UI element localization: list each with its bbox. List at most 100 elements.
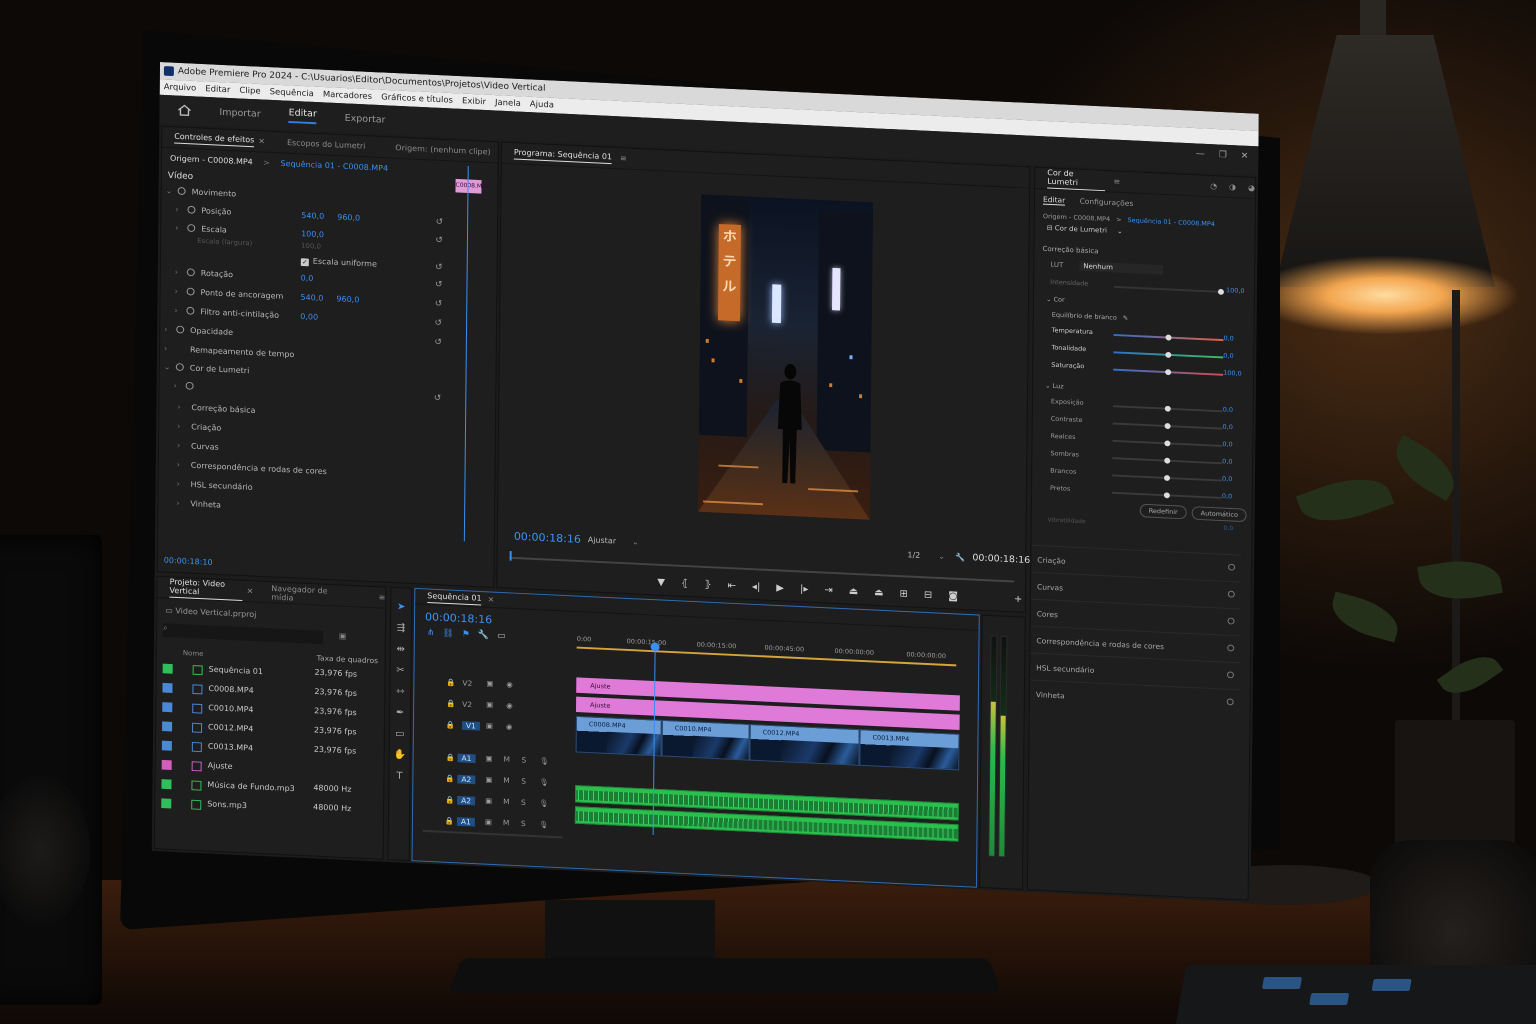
fit-dropdown[interactable]: Ajustar ⌄ [588, 535, 639, 546]
tab-editar[interactable]: Editar [288, 107, 317, 125]
mute-icon[interactable]: M [503, 818, 510, 827]
effect-lumetri[interactable]: ⌄ Cor de Lumetri [164, 362, 250, 375]
slider-value[interactable]: 0,0 [1222, 440, 1232, 448]
lumetri-effect-dropdown[interactable]: ⊟ Cor de Lumetri ⌄ [1047, 224, 1123, 235]
play-icon[interactable]: ▶ [776, 583, 784, 594]
ripple-edit-icon[interactable]: ⇹ [395, 644, 407, 656]
scale-value[interactable]: 100,0 [301, 229, 324, 239]
slider-value[interactable]: 100,0 [1223, 369, 1242, 378]
reset-icon[interactable]: ↺ [434, 338, 442, 348]
anchor-x-value[interactable]: 540,0 [300, 293, 323, 303]
sync-icon[interactable]: ▣ [486, 721, 493, 730]
label-color-swatch[interactable] [161, 740, 172, 751]
track-name[interactable]: A1 [456, 817, 475, 827]
light-slider-row-2[interactable]: Realces 0,0 [1051, 432, 1233, 448]
lumetri-item-curves[interactable]: › Curvas [177, 441, 219, 452]
video-clip[interactable]: C0013.MP4 [859, 729, 960, 771]
label-color-swatch[interactable] [162, 663, 173, 674]
slider-row-2[interactable]: Saturação 100,0 [1051, 361, 1241, 378]
lut-dropdown[interactable]: Nenhum [1079, 261, 1163, 275]
lumetri-tab-editar[interactable]: Editar [1042, 194, 1066, 206]
slider-knob[interactable] [1163, 492, 1170, 499]
section-toggle-icon[interactable] [1228, 563, 1236, 571]
project-item-name[interactable]: C0010.MP4 [208, 703, 253, 714]
maximize-icon[interactable]: ❐ [1219, 150, 1227, 160]
light-slider-row-0[interactable]: Exposição 0,0 [1051, 397, 1233, 413]
lumetri-header-icon[interactable]: ◕ [1248, 183, 1255, 192]
menu-janela[interactable]: Janela [495, 95, 521, 112]
lumetri-title[interactable]: Cor de Lumetri [1047, 168, 1106, 192]
extract-icon[interactable]: ⏏ [874, 587, 884, 598]
light-slider-track[interactable] [1112, 474, 1223, 482]
mark-in-icon[interactable]: ⦃ [681, 578, 688, 589]
project-item-name[interactable]: C0013.MP4 [208, 742, 253, 753]
menu-arquivo[interactable]: Arquivo [164, 80, 197, 97]
light-slider-row-4[interactable]: Brancos 0,0 [1050, 467, 1232, 483]
tab-controles-efeitos[interactable]: Controles de efeitos [174, 131, 255, 147]
menu-exibir[interactable]: Exibir [462, 94, 486, 111]
close-tab-icon[interactable]: ✕ [488, 595, 495, 604]
menu-clipe[interactable]: Clipe [239, 83, 260, 99]
video-clip[interactable]: C0008.MP4 [575, 715, 662, 757]
close-tab-icon[interactable]: ✕ [247, 587, 254, 596]
tab-origem[interactable]: Origem: (nenhum clipe) [395, 143, 490, 156]
stopwatch-icon[interactable] [186, 287, 195, 296]
label-color-swatch[interactable] [162, 721, 173, 732]
project-item-name[interactable]: Sons.mp3 [207, 800, 247, 811]
light-slider-row-3[interactable]: Sombras 0,0 [1050, 449, 1232, 465]
track-name[interactable]: A2 [457, 795, 476, 806]
tab-escopos-lumetri[interactable]: Escopos do Lumetri [287, 138, 365, 150]
mic-icon[interactable]: 🎙 [539, 820, 549, 829]
close-tab-icon[interactable]: ✕ [258, 137, 265, 146]
tab-projeto[interactable]: Projeto: Video Vertical [169, 577, 243, 602]
white-balance-row[interactable]: Equilíbrio de branco ✎ [1052, 311, 1129, 322]
effect-timecode[interactable]: 00:00:18:10 [164, 556, 213, 567]
label-color-swatch[interactable] [161, 779, 172, 790]
mic-icon[interactable]: 🎙 [539, 778, 549, 787]
eye-icon[interactable]: ◉ [506, 680, 513, 689]
slider-value[interactable]: 0,0 [1223, 423, 1233, 431]
playhead-handle[interactable] [650, 642, 660, 652]
resolution-dropdown[interactable]: 1/2 ⌄ [907, 550, 945, 560]
slider-knob[interactable] [1164, 457, 1171, 464]
tab-exportar[interactable]: Exportar [345, 113, 386, 126]
program-title[interactable]: Programa: Sequência 01 [513, 147, 613, 164]
color-slider-track[interactable] [1113, 368, 1224, 376]
mute-icon[interactable]: M [503, 797, 510, 806]
project-item-name[interactable]: Música de Fundo.mp3 [207, 780, 294, 793]
position-y-value[interactable]: 960,0 [337, 213, 360, 223]
mic-icon[interactable]: 🎙 [539, 756, 549, 765]
settings-wrench-icon[interactable]: 🔧 [955, 553, 965, 562]
lock-icon[interactable]: 🔒 [445, 774, 454, 783]
slider-value[interactable]: 0,0 [1222, 475, 1232, 483]
anchor-y-value[interactable]: 960,0 [336, 295, 359, 305]
hand-tool-icon[interactable]: ✋ [394, 750, 407, 762]
lift-icon[interactable]: ⏏ [849, 586, 859, 597]
pen-tool-icon[interactable]: ✒ [394, 707, 406, 719]
param-antiflicker[interactable]: › Filtro anti-cintilação 0,00 [174, 306, 318, 321]
column-frame-rate[interactable]: Taxa de quadros [317, 654, 378, 666]
track-name[interactable]: V1 [461, 721, 480, 731]
stopwatch-icon[interactable] [187, 224, 196, 233]
track-select-icon[interactable]: ⇶ [395, 623, 407, 635]
group-light[interactable]: ⌄ Luz [1045, 382, 1064, 391]
project-item-name[interactable]: C0008.MP4 [208, 684, 253, 695]
source-clip-label[interactable]: Origem - C0008.MP4 [170, 154, 253, 167]
track-name[interactable]: A1 [457, 753, 476, 764]
vibrance-row[interactable]: Vibratilidade 0,0 [1048, 517, 1233, 532]
eye-icon[interactable]: ◉ [506, 722, 513, 731]
panel-menu-icon[interactable]: ≡ [620, 154, 627, 163]
section-toggle-icon[interactable] [1226, 698, 1234, 706]
lumetri-stopwatch[interactable]: › [174, 381, 200, 391]
timeline-timecode[interactable]: 00:00:18:16 [425, 611, 492, 627]
lumetri-item-hsl[interactable]: › HSL secundário [177, 480, 253, 492]
mic-icon[interactable]: 🎙 [539, 799, 549, 808]
label-color-swatch[interactable] [161, 759, 172, 770]
close-icon[interactable]: ✕ [1241, 151, 1249, 161]
color-slider-track[interactable] [1113, 334, 1224, 342]
effect-motion[interactable]: ⌄ Movimento [166, 186, 237, 198]
section-toggle-icon[interactable] [1227, 590, 1235, 598]
reset-icon[interactable]: ↺ [435, 263, 443, 273]
sync-icon[interactable]: ▣ [485, 817, 492, 826]
label-color-swatch[interactable] [162, 702, 173, 713]
